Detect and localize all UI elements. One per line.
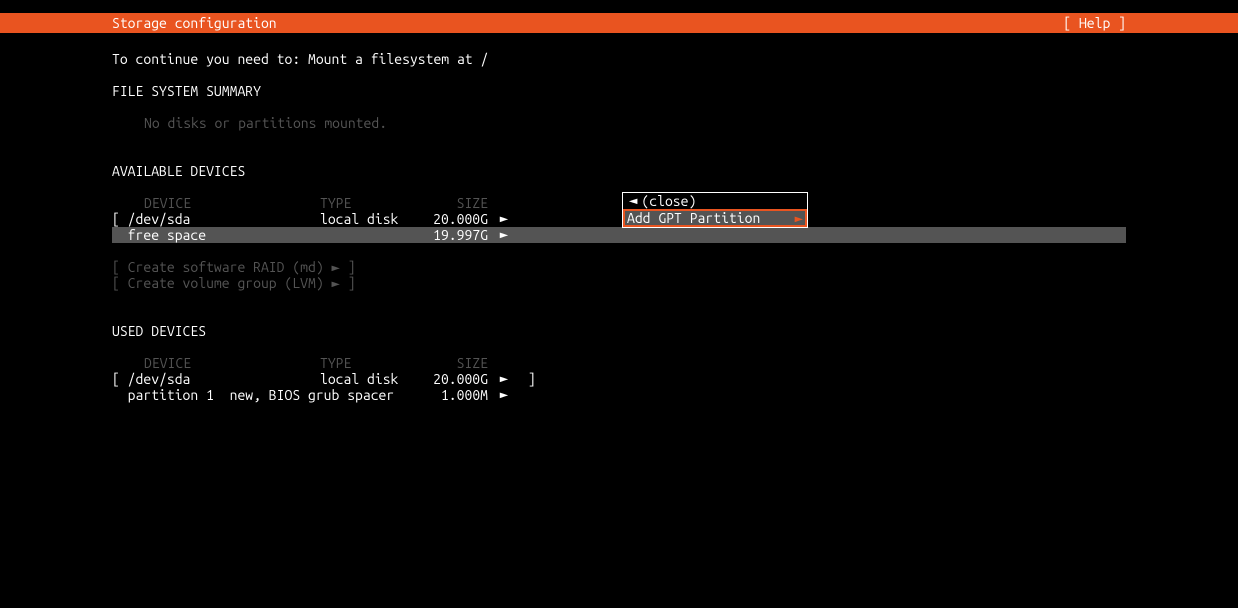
col-size: SIZE: [432, 355, 488, 371]
menu-item-label: Add GPT Partition: [627, 210, 760, 226]
fs-summary-heading: FILE SYSTEM SUMMARY: [112, 83, 1126, 99]
triangle-left-icon: ◄: [629, 193, 637, 209]
help-button[interactable]: [ Help ]: [1063, 15, 1126, 31]
hint-text: To continue you need to: Mount a filesys…: [112, 51, 1126, 67]
context-menu: ◄ (close) Add GPT Partition ►: [622, 192, 808, 228]
available-header-row: DEVICE TYPE SIZE: [112, 195, 1126, 211]
used-row[interactable]: [ /dev/sda local disk 20.000G ► ]: [112, 371, 1126, 387]
fs-summary-empty: No disks or partitions mounted.: [112, 115, 1126, 131]
menu-item-add-gpt[interactable]: Add GPT Partition ►: [623, 209, 807, 227]
available-heading: AVAILABLE DEVICES: [112, 163, 1126, 179]
menu-close[interactable]: ◄ (close): [623, 193, 807, 209]
available-row-selected[interactable]: free space 19.997G ►: [112, 227, 1126, 243]
menu-close-label: (close): [641, 193, 696, 209]
triangle-right-icon: ►: [795, 210, 803, 226]
page-title: Storage configuration: [112, 15, 277, 31]
col-type: TYPE: [320, 195, 432, 211]
col-device: DEVICE: [112, 355, 320, 371]
create-lvm-action[interactable]: [ Create volume group (LVM) ► ]: [112, 275, 1126, 291]
expand-icon[interactable]: ►: [488, 387, 520, 403]
col-type: TYPE: [320, 355, 432, 371]
used-header-row: DEVICE TYPE SIZE: [112, 355, 1126, 371]
used-row[interactable]: partition 1 new, BIOS grub spacer 1.000M…: [112, 387, 1126, 403]
used-heading: USED DEVICES: [112, 323, 1126, 339]
expand-icon[interactable]: ►: [488, 211, 520, 227]
col-device: DEVICE: [112, 195, 320, 211]
col-size: SIZE: [432, 195, 488, 211]
header-bar: Storage configuration [ Help ]: [0, 13, 1238, 33]
expand-icon[interactable]: ►: [488, 371, 520, 387]
available-row[interactable]: [ /dev/sda local disk 20.000G ►: [112, 211, 1126, 227]
create-raid-action[interactable]: [ Create software RAID (md) ► ]: [112, 259, 1126, 275]
expand-icon[interactable]: ►: [488, 227, 520, 243]
